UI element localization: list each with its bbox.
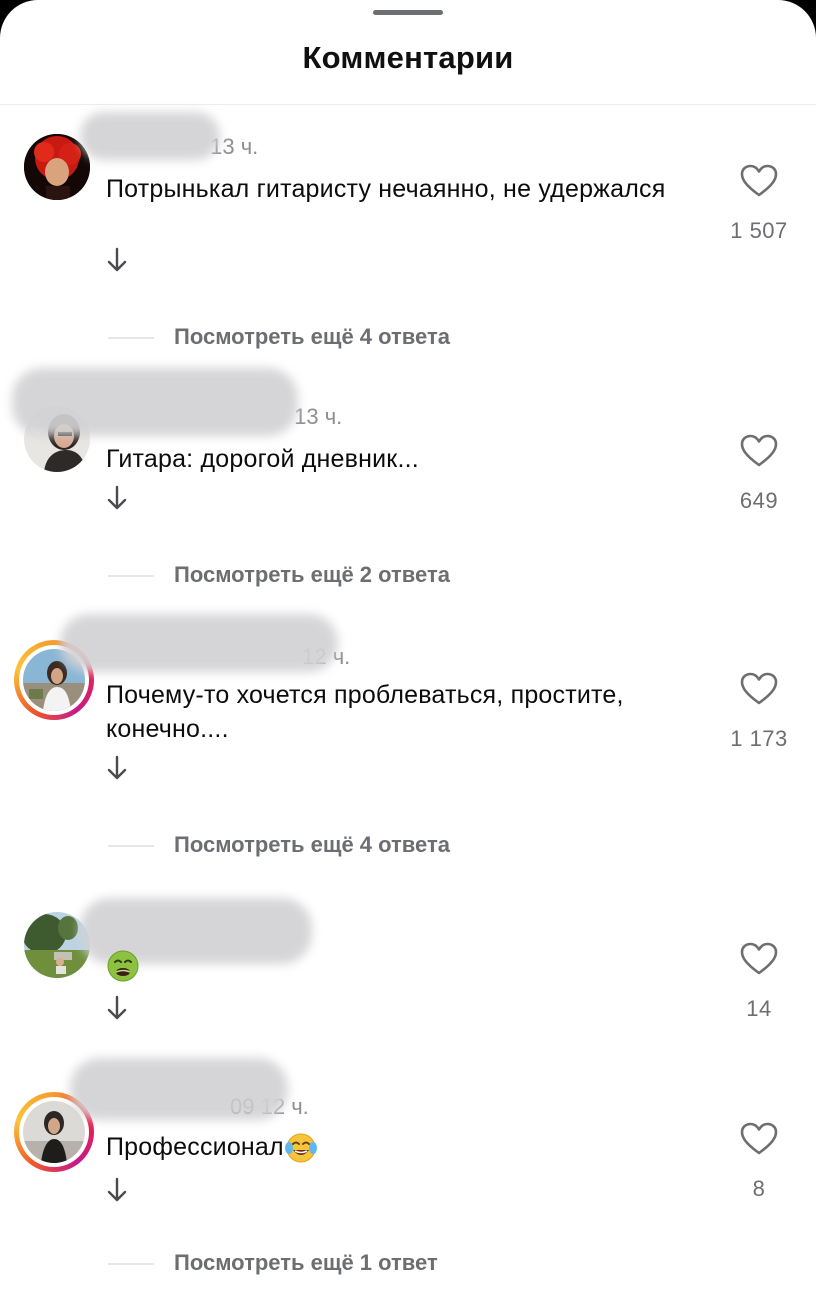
view-more-replies-label: Посмотреть ещё 4 ответа xyxy=(174,324,450,349)
heart-outline-icon[interactable] xyxy=(740,164,778,198)
comment-text: Потрынькал гитаристу нечаянно, не удержа… xyxy=(106,175,666,203)
avatar-image xyxy=(24,134,90,200)
arrow-down-icon[interactable] xyxy=(106,1176,128,1204)
arrow-down-icon[interactable] xyxy=(106,246,128,274)
view-more-replies-label: Посмотреть ещё 1 ответ xyxy=(174,1250,438,1275)
arrow-down-icon[interactable] xyxy=(106,754,128,782)
view-more-replies-label: Посмотреть ещё 4 ответа xyxy=(174,832,450,857)
arrow-down-icon[interactable] xyxy=(106,484,128,512)
comments-sheet: Комментарии 13 ч. Потрынькал гитаристу н… xyxy=(0,0,816,1300)
replies-divider-line xyxy=(108,575,154,577)
view-more-replies-label: Посмотреть ещё 2 ответа xyxy=(174,562,450,587)
like-count: 8 xyxy=(752,1176,766,1201)
comment-text: Гитара: дорогой дневник... xyxy=(106,445,419,473)
heart-outline-icon[interactable] xyxy=(740,672,778,706)
like-count: 649 xyxy=(739,488,779,513)
arrow-down-icon[interactable] xyxy=(106,994,128,1022)
like-count: 1 507 xyxy=(730,218,788,243)
tears-of-joy-emoji xyxy=(284,1133,317,1163)
like-count: 1 173 xyxy=(730,726,788,751)
redaction-mark xyxy=(12,368,298,436)
header-divider xyxy=(0,104,816,105)
comment-text: Почему-то хочется проблеваться, простите… xyxy=(106,681,624,743)
replies-divider-line xyxy=(108,337,154,339)
heart-outline-icon[interactable] xyxy=(740,942,778,976)
like-count: 14 xyxy=(746,996,772,1021)
page-title: Комментарии xyxy=(302,40,514,75)
avatar-image xyxy=(23,1101,85,1163)
replies-divider-line xyxy=(108,845,154,847)
comment-text xyxy=(106,948,666,983)
heart-outline-icon[interactable] xyxy=(740,434,778,468)
sheet-grabber[interactable] xyxy=(373,10,443,15)
comment-text: Профессионал xyxy=(106,1130,666,1165)
comment-text-content: Профессионал xyxy=(106,1133,284,1161)
nauseated-face-emoji xyxy=(107,950,139,982)
replies-divider-line xyxy=(108,1263,154,1265)
redaction-mark xyxy=(70,1058,288,1120)
heart-outline-icon[interactable] xyxy=(740,1122,778,1156)
comment-time: 13 ч. xyxy=(294,404,343,429)
redaction-mark xyxy=(80,112,220,160)
redaction-mark xyxy=(60,614,338,672)
